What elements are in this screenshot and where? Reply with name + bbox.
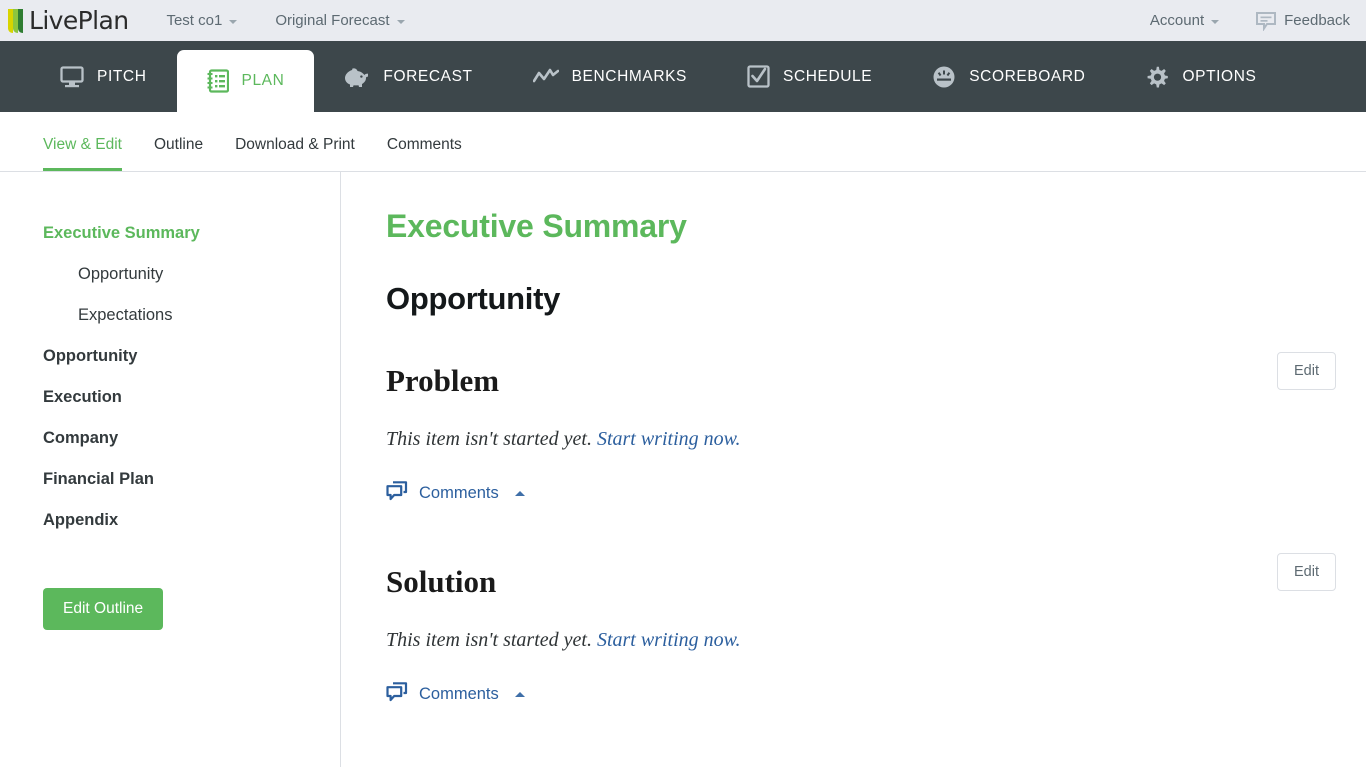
sidebar-item-expectations[interactable]: Expectations bbox=[0, 306, 340, 325]
sidebar-item-financial-plan[interactable]: Financial Plan bbox=[0, 470, 340, 489]
nav-tab-options-label: OPTIONS bbox=[1182, 67, 1257, 85]
nav-tab-scoreboard[interactable]: SCOREBOARD bbox=[902, 41, 1115, 112]
plan-item-problem-empty-state: This item isn't started yet. Start writi… bbox=[386, 428, 1336, 451]
liveplan-logo[interactable]: LivePlan bbox=[6, 6, 129, 35]
company-selector[interactable]: Test co1 bbox=[166, 12, 238, 29]
page-title: Executive Summary bbox=[386, 208, 687, 244]
nav-tab-schedule-label: SCHEDULE bbox=[783, 67, 873, 85]
comments-label-solution: Comments bbox=[419, 685, 499, 703]
account-menu-label: Account bbox=[1149, 12, 1205, 29]
nav-tab-pitch[interactable]: PITCH bbox=[30, 41, 177, 112]
edit-button-solution[interactable]: Edit bbox=[1277, 553, 1336, 591]
feedback-button[interactable]: Feedback bbox=[1255, 11, 1350, 31]
chevron-down-icon bbox=[1211, 19, 1220, 24]
comments-toggle-solution[interactable]: Comments bbox=[386, 682, 525, 707]
liveplan-logo-icon bbox=[6, 8, 28, 34]
start-writing-link-problem[interactable]: Start writing now. bbox=[597, 428, 741, 450]
top-header: LivePlan Test co1 Original Forecast Acco… bbox=[0, 0, 1366, 41]
piggy-bank-icon bbox=[344, 66, 370, 88]
page-body: Executive Summary Opportunity Expectatio… bbox=[0, 172, 1366, 767]
nav-tab-forecast-label: FORECAST bbox=[383, 67, 473, 85]
plan-item-solution-title: Solution bbox=[386, 564, 497, 599]
nav-tab-scoreboard-label: SCOREBOARD bbox=[969, 67, 1086, 85]
nav-tab-benchmarks[interactable]: BENCHMARKS bbox=[503, 41, 717, 112]
start-writing-link-solution[interactable]: Start writing now. bbox=[597, 629, 741, 651]
notebook-icon bbox=[207, 69, 229, 93]
sidebar-item-executive-summary[interactable]: Executive Summary bbox=[0, 224, 340, 243]
sub-tab-download-print[interactable]: Download & Print bbox=[235, 136, 355, 171]
feedback-icon bbox=[1255, 11, 1277, 31]
empty-state-text: This item isn't started yet. bbox=[386, 428, 597, 450]
checkbox-icon bbox=[747, 65, 770, 88]
outline-sidebar: Executive Summary Opportunity Expectatio… bbox=[0, 172, 341, 767]
header-right-group: Account Feedback bbox=[1114, 11, 1350, 31]
comments-label-problem: Comments bbox=[419, 484, 499, 502]
sidebar-item-appendix[interactable]: Appendix bbox=[0, 511, 340, 530]
chevron-down-icon bbox=[229, 19, 238, 24]
account-menu[interactable]: Account bbox=[1149, 12, 1220, 29]
nav-tab-options[interactable]: OPTIONS bbox=[1115, 41, 1286, 112]
forecast-selector-label: Original Forecast bbox=[275, 12, 390, 29]
monitor-icon bbox=[60, 65, 84, 88]
empty-state-text: This item isn't started yet. bbox=[386, 629, 597, 651]
plan-item-solution-header: Solution Edit bbox=[386, 553, 1336, 599]
liveplan-logo-text: LivePlan bbox=[29, 6, 129, 35]
nav-tab-forecast[interactable]: FORECAST bbox=[314, 41, 502, 112]
line-chart-icon bbox=[532, 68, 559, 86]
comments-icon bbox=[386, 682, 408, 707]
nav-tab-plan[interactable]: PLAN bbox=[176, 50, 315, 112]
sidebar-item-company[interactable]: Company bbox=[0, 429, 340, 448]
forecast-selector[interactable]: Original Forecast bbox=[275, 12, 405, 29]
plan-content: Executive Summary Opportunity Problem Ed… bbox=[341, 172, 1366, 767]
gauge-icon bbox=[932, 65, 956, 89]
sub-tab-comments[interactable]: Comments bbox=[387, 136, 462, 171]
chevron-up-icon bbox=[514, 692, 525, 697]
nav-tab-schedule[interactable]: SCHEDULE bbox=[717, 41, 902, 112]
comments-icon bbox=[386, 481, 408, 506]
plan-item-solution: Solution Edit This item isn't started ye… bbox=[386, 553, 1336, 707]
nav-tab-plan-label: PLAN bbox=[241, 72, 285, 89]
sidebar-item-opportunity-sub[interactable]: Opportunity bbox=[0, 265, 340, 284]
sub-tab-outline[interactable]: Outline bbox=[154, 136, 203, 171]
chevron-up-icon bbox=[514, 491, 525, 496]
gear-icon bbox=[1145, 65, 1169, 89]
sub-navigation: View & Edit Outline Download & Print Com… bbox=[0, 112, 1366, 172]
plan-item-problem-header: Problem Edit bbox=[386, 352, 1336, 398]
nav-tab-benchmarks-label: BENCHMARKS bbox=[571, 67, 687, 85]
comments-toggle-problem[interactable]: Comments bbox=[386, 481, 525, 506]
sidebar-item-opportunity[interactable]: Opportunity bbox=[0, 347, 340, 366]
chevron-down-icon bbox=[396, 19, 405, 24]
nav-tab-pitch-label: PITCH bbox=[97, 67, 147, 85]
edit-button-problem[interactable]: Edit bbox=[1277, 352, 1336, 390]
plan-item-problem: Problem Edit This item isn't started yet… bbox=[386, 352, 1336, 506]
plan-item-solution-empty-state: This item isn't started yet. Start writi… bbox=[386, 629, 1336, 652]
edit-outline-button[interactable]: Edit Outline bbox=[43, 588, 164, 630]
company-selector-label: Test co1 bbox=[166, 12, 223, 29]
plan-item-problem-title: Problem bbox=[386, 363, 500, 398]
section-title: Opportunity bbox=[386, 281, 561, 316]
main-navigation: PITCH PLAN FORECAST BENCHMARKS SCHEDULE … bbox=[0, 41, 1366, 112]
feedback-label: Feedback bbox=[1284, 12, 1350, 29]
sidebar-item-execution[interactable]: Execution bbox=[0, 388, 340, 407]
sub-tab-view-edit[interactable]: View & Edit bbox=[43, 136, 122, 171]
